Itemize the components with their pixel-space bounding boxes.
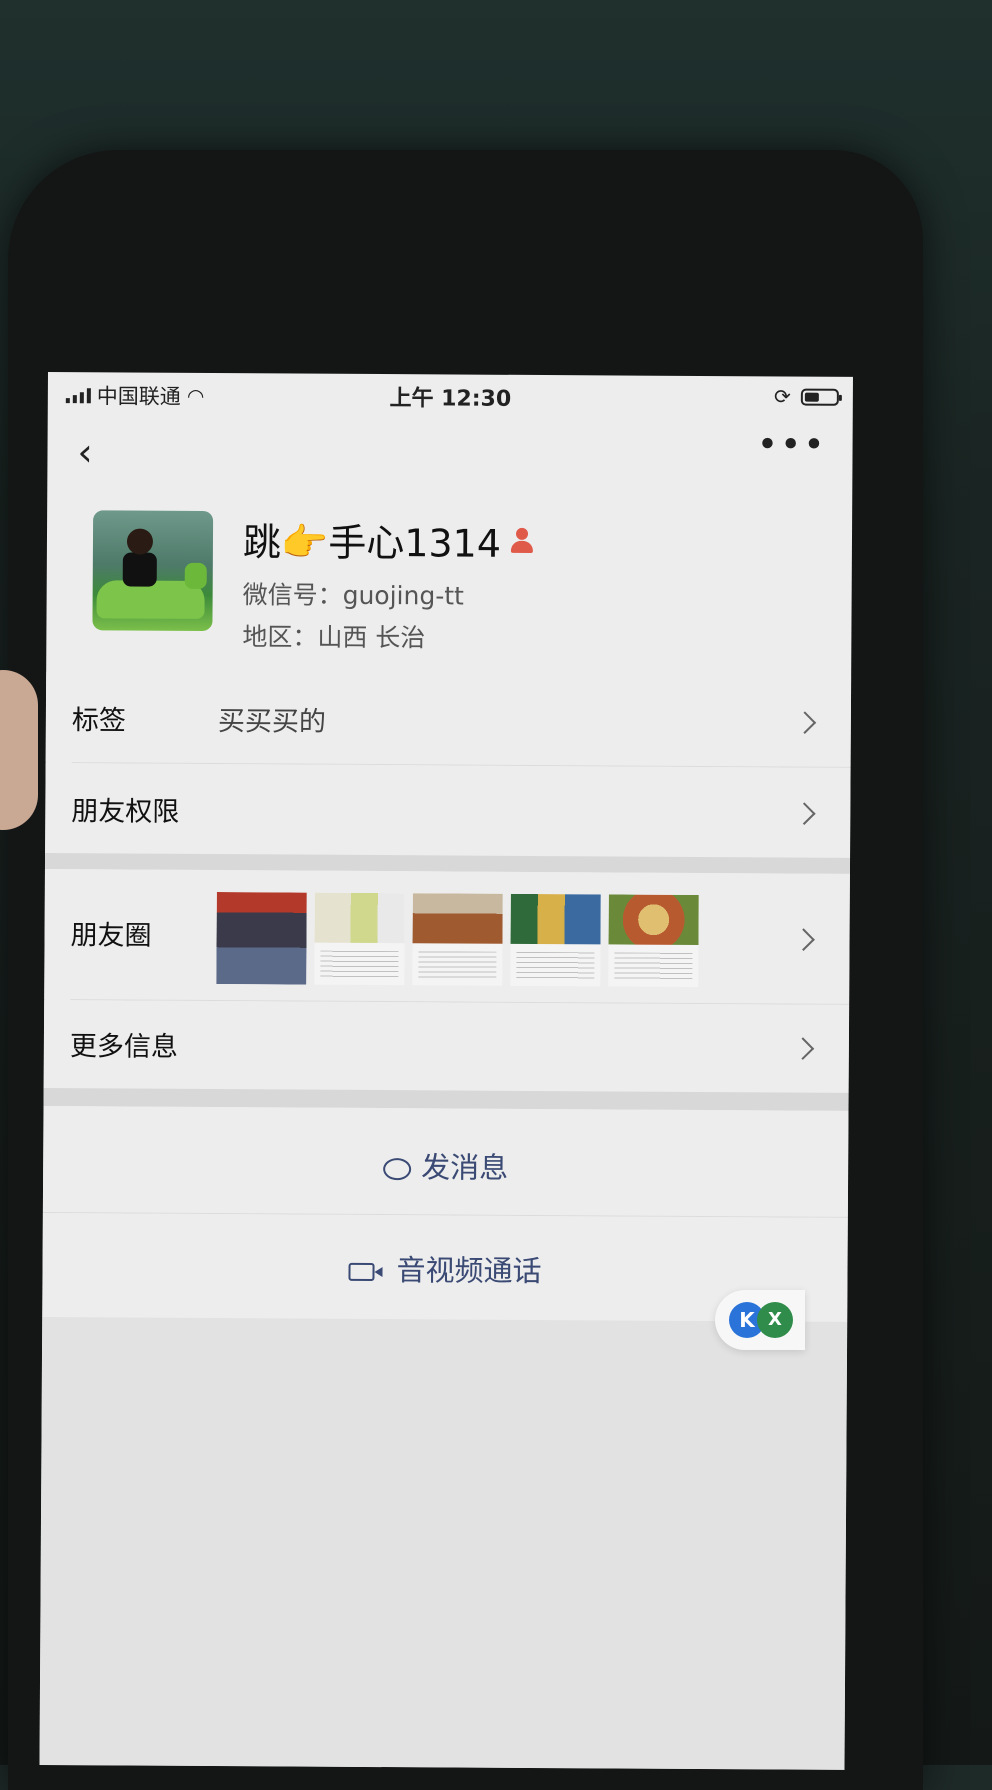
status-bar: 中国联通 ◠ 上午 12:30 ⟳ [48, 372, 853, 421]
tags-label: 标签 [71, 705, 126, 737]
empty-area [39, 1316, 848, 1770]
close-icon[interactable]: X [757, 1302, 793, 1338]
chevron-left-icon[interactable]: ‹ [77, 430, 92, 474]
send-message-row[interactable]: 发消息 [42, 1105, 849, 1217]
nav-bar: ‹ ••• [47, 416, 852, 491]
chevron-right-icon [791, 1037, 815, 1060]
moment-thumbnail [510, 893, 601, 987]
tags-row[interactable]: 标签 买买买的 [45, 671, 852, 767]
moments-label: 朋友圈 [70, 920, 152, 952]
send-message-label: 发消息 [421, 1150, 509, 1185]
tags-value: 买买买的 [217, 706, 326, 738]
friend-permissions-label: 朋友权限 [71, 796, 180, 828]
contact-name: 跳👉手心1314 [242, 520, 502, 566]
person-icon [510, 527, 534, 553]
name-row: 跳👉手心1314 [242, 511, 534, 568]
battery-fill [804, 392, 819, 402]
floating-widget[interactable]: K X [715, 1290, 805, 1350]
more-button[interactable]: ••• [757, 424, 827, 465]
moments-thumbnails [216, 892, 699, 987]
avatar-child-body [122, 552, 157, 587]
av-call-button[interactable]: 音视频通话 [42, 1245, 847, 1292]
moment-thumbnail [608, 894, 699, 987]
status-right: ⟳ [774, 384, 839, 409]
rotation-lock-icon: ⟳ [774, 384, 791, 409]
more-info-label: 更多信息 [69, 1031, 178, 1063]
wechat-id: 微信号：guojing-tt [242, 580, 464, 611]
more-info-row[interactable]: 更多信息 [43, 999, 850, 1093]
chat-bubble-icon [383, 1158, 412, 1181]
moments-row[interactable]: 朋友圈 [44, 868, 850, 1004]
friend-permissions-row[interactable]: 朋友权限 [45, 762, 851, 858]
moment-thumbnail [216, 892, 307, 985]
moment-thumbnail [314, 892, 405, 986]
chevron-right-icon [792, 928, 815, 951]
avatar[interactable] [92, 510, 214, 632]
finger [0, 670, 38, 830]
chevron-right-icon [793, 802, 816, 825]
av-call-label: 音视频通话 [396, 1253, 542, 1289]
avatar-child-head [126, 528, 154, 555]
chevron-right-icon [793, 711, 817, 734]
avatar-dino-head [184, 562, 207, 589]
status-time: 上午 12:30 [389, 386, 512, 412]
moment-thumbnail [412, 893, 503, 986]
battery-icon [800, 388, 839, 406]
video-camera-icon [348, 1262, 375, 1282]
region: 地区：山西 长治 [242, 622, 426, 653]
phone-screen: 中国联通 ◠ 上午 12:30 ⟳ ‹ ••• 跳👉手心1314 微信号：guo… [39, 372, 853, 1770]
send-message-button[interactable]: 发消息 [43, 1142, 848, 1189]
